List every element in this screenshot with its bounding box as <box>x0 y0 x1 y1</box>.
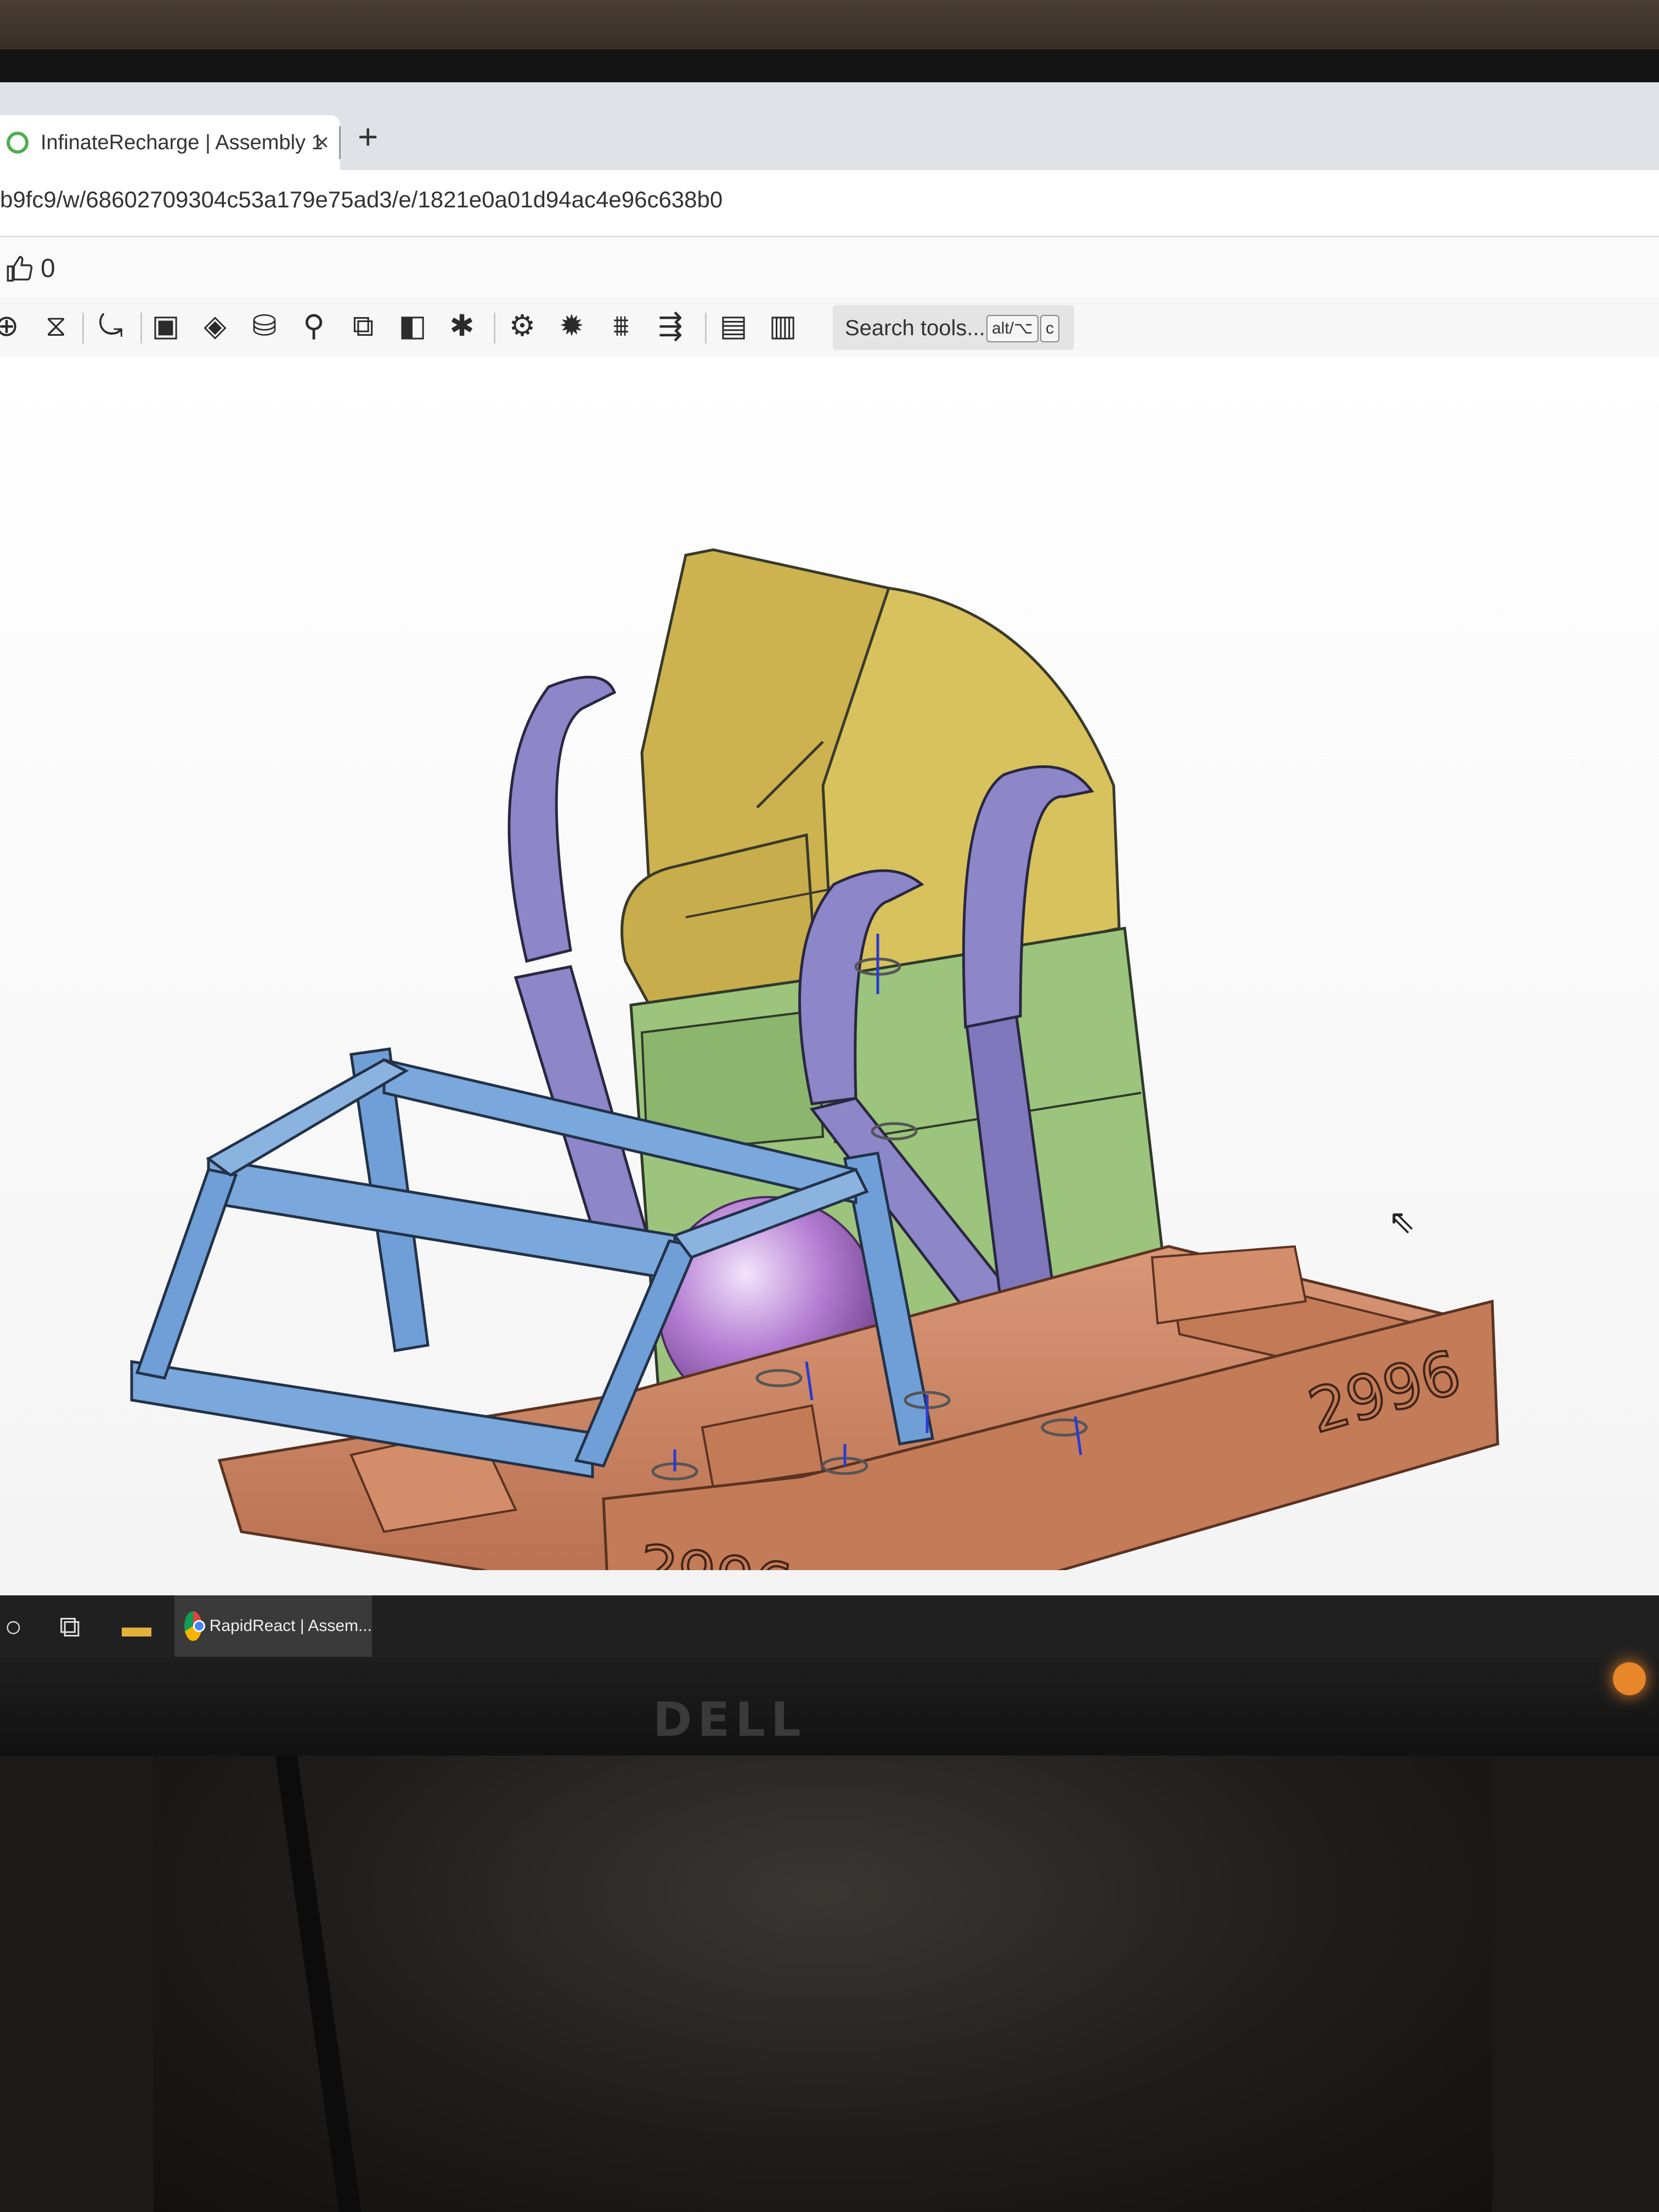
screw-relation-icon[interactable]: ⇶ <box>653 308 688 343</box>
like-count: 0 <box>41 254 55 283</box>
insert-icon[interactable]: ⊕ <box>0 308 24 343</box>
section-view-icon[interactable]: ◧ <box>395 308 430 343</box>
search-circle-icon[interactable]: ○ <box>4 1610 22 1644</box>
rack-pinion-icon[interactable]: ✹ <box>554 308 589 343</box>
tab-title: InfinateRecharge | Assembly 1 <box>41 131 323 154</box>
chrome-icon <box>184 1611 205 1641</box>
graphics-viewport[interactable]: 2996 2996 <box>0 358 1659 1638</box>
pattern-icon[interactable]: ⧉ <box>346 308 381 343</box>
assembly-toolbar: ⊕ ⧖ ⤿ ▣ ◈ ⛁ ⚲ ⧉ ◧ ✱ ⚙ ✹ ⩩ ⇶ ▤ ▥ Search t… <box>0 297 1659 359</box>
power-led-icon <box>1613 1662 1646 1695</box>
task-view-icon[interactable]: ⧉ <box>59 1610 81 1644</box>
toolbar-separator <box>705 313 707 343</box>
mouse-pointer-icon: ⇖ <box>1388 1203 1416 1240</box>
toolbar-separator <box>140 313 142 343</box>
fastened-mate-icon[interactable]: ⧖ <box>38 308 74 343</box>
thumbs-up-icon <box>7 256 33 281</box>
transform-icon[interactable]: ⤿ <box>93 308 128 343</box>
taskbar-app-chrome[interactable]: RapidReact | Assem... <box>174 1595 372 1657</box>
toolbar-separator <box>82 313 84 343</box>
monitor-screen: InfinateRecharge | Assembly 1 × + b9fc9/… <box>0 82 1659 1657</box>
onshape-favicon-icon <box>7 132 29 154</box>
monitor-brand-logo: DELL <box>653 1692 806 1747</box>
monitor-stand <box>154 1756 1492 2212</box>
tab-close-icon[interactable]: × <box>315 129 329 156</box>
address-url[interactable]: b9fc9/w/68602709304c53a179e75ad3/e/1821e… <box>0 187 723 213</box>
new-tab-button[interactable]: + <box>358 116 378 157</box>
monitor-bezel-bottom <box>0 1657 1659 1756</box>
tab-assembly[interactable]: InfinateRecharge | Assembly 1 × <box>0 115 340 170</box>
mass-properties-icon[interactable]: ▥ <box>765 308 800 343</box>
browser-tab-strip: InfinateRecharge | Assembly 1 × + <box>0 82 1659 170</box>
taskbar-app-label: RapidReact | Assem... <box>209 1617 372 1635</box>
search-tools-placeholder: Search tools... <box>845 316 985 340</box>
shortcut-letter-key: c <box>1040 315 1059 342</box>
group-icon[interactable]: ▣ <box>148 308 183 343</box>
measure-icon[interactable]: ▤ <box>716 308 751 343</box>
shortcut-modifier-key: alt/⌥ <box>986 315 1039 342</box>
robot-assembly-model[interactable]: 2996 2996 <box>0 358 1659 1638</box>
address-bar[interactable]: b9fc9/w/68602709304c53a179e75ad3/e/1821e… <box>0 170 1659 237</box>
explode-icon[interactable]: ✱ <box>444 308 479 343</box>
instance-icon[interactable]: ◈ <box>198 308 233 343</box>
search-tools-field[interactable]: Search tools... alt/⌥ c <box>833 305 1074 350</box>
tab-separator <box>339 126 341 159</box>
mate-connector-icon[interactable]: ⚲ <box>296 308 331 343</box>
linear-relation-icon[interactable]: ⩩ <box>603 308 639 343</box>
toolbar-separator <box>494 313 495 343</box>
like-button[interactable]: 0 <box>5 253 55 284</box>
document-bar: 0 <box>0 237 1659 297</box>
replicate-icon[interactable]: ⛁ <box>247 308 282 343</box>
file-explorer-icon[interactable]: ▬ <box>122 1610 151 1644</box>
windows-taskbar: ○ ⧉ ▬ RapidReact | Assem... <box>0 1595 1659 1657</box>
gear-relation-icon[interactable]: ⚙ <box>505 308 540 343</box>
